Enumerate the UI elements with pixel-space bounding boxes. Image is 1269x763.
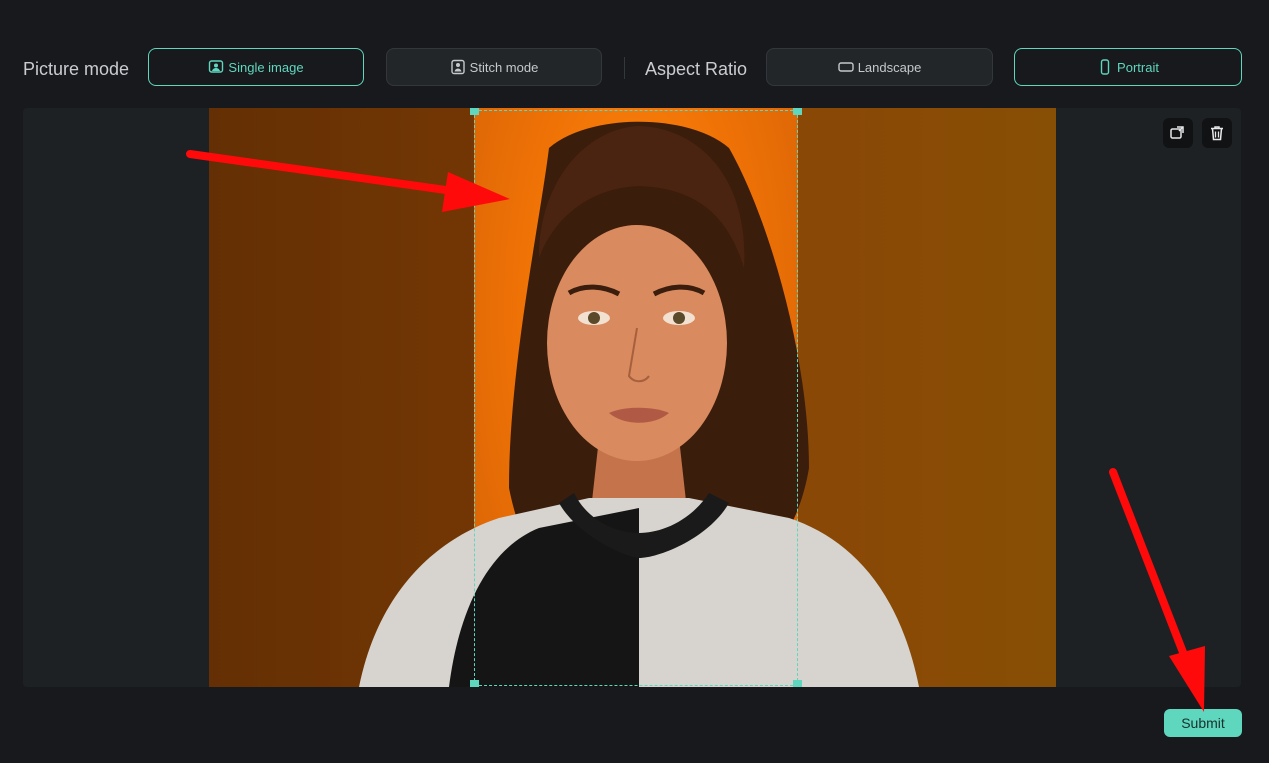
single-image-label: Single image <box>228 59 304 75</box>
portrait-label: Portrait <box>1117 59 1159 75</box>
portrait-icon <box>1100 59 1110 75</box>
crop-handle-bottom-left[interactable] <box>470 680 479 687</box>
picture-mode-label: Picture mode <box>23 59 130 79</box>
trash-icon <box>1211 126 1223 141</box>
replace-image-icon <box>1170 126 1184 139</box>
aspect-ratio-label: Aspect Ratio <box>645 59 748 79</box>
crop-handle-top-left[interactable] <box>470 108 479 115</box>
crop-handle-top-right[interactable] <box>793 108 802 115</box>
submit-button[interactable]: Submit <box>1164 709 1242 737</box>
single-image-button[interactable]: Single image <box>148 48 364 86</box>
stitch-mode-label: Stitch mode <box>469 59 539 75</box>
landscape-button[interactable]: Landscape <box>766 48 993 86</box>
portrait-button[interactable]: Portrait <box>1014 48 1242 86</box>
delete-image-button[interactable] <box>1202 118 1232 148</box>
toolbar-divider <box>624 57 625 79</box>
image-canvas[interactable] <box>23 108 1241 687</box>
stitch-mode-button[interactable]: Stitch mode <box>386 48 602 86</box>
landscape-label: Landscape <box>857 59 922 75</box>
replace-image-button[interactable] <box>1163 118 1193 148</box>
portrait-photo-icon <box>209 60 224 73</box>
crop-selection-box[interactable] <box>474 110 798 686</box>
stitch-icon <box>450 59 465 75</box>
landscape-icon <box>837 62 854 72</box>
crop-handle-bottom-right[interactable] <box>793 680 802 687</box>
